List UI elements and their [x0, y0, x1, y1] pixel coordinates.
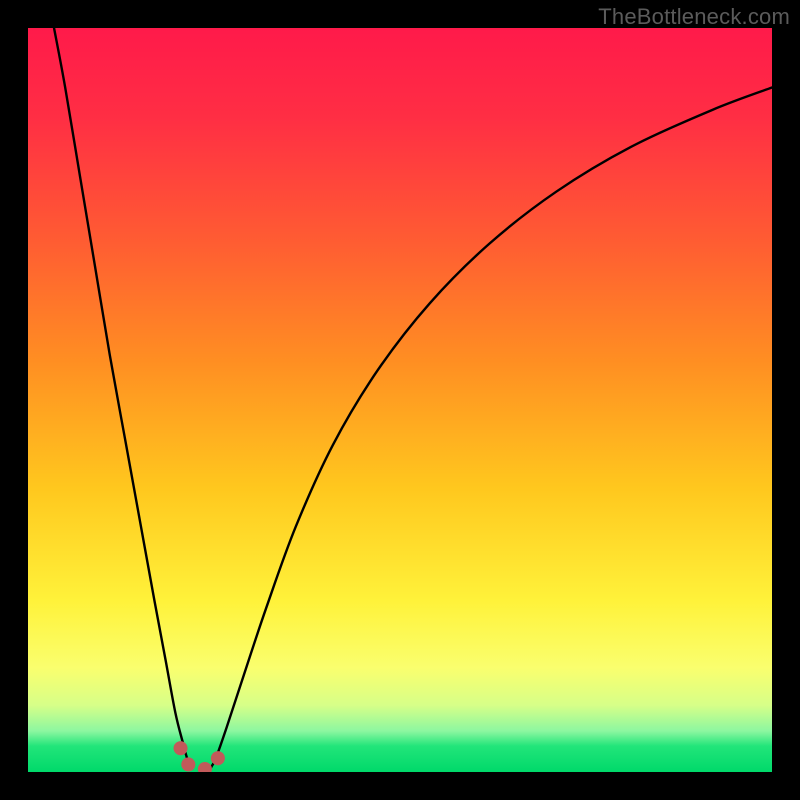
watermark-text: TheBottleneck.com: [598, 4, 790, 30]
bottleneck-plot: [28, 28, 772, 772]
chart-frame: [28, 28, 772, 772]
gradient-background: [28, 28, 772, 772]
